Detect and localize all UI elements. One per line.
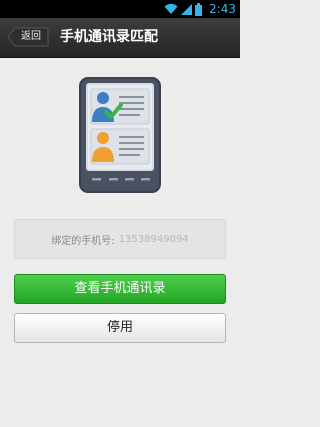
back-button[interactable]: 返回 [7, 27, 49, 47]
contacts-phone-icon [79, 77, 161, 193]
bound-phone-number: 13538949094 [118, 233, 189, 245]
status-time: 2:43 [209, 2, 236, 16]
bound-phone-label: 绑定的手机号: [51, 235, 115, 247]
back-button-label: 返回 [21, 31, 41, 42]
status-icons: 2:43 [164, 0, 236, 18]
page-title: 手机通讯录匹配 [60, 29, 158, 45]
view-contacts-button[interactable]: 查看手机通讯录 [14, 274, 226, 304]
bound-phone-field: 绑定的手机号: 13538949094 [14, 219, 226, 259]
signal-icon [181, 4, 193, 15]
battery-icon [195, 2, 203, 16]
title-bar: 返回 手机通讯录匹配 [0, 18, 240, 58]
status-bar: 2:43 [0, 0, 240, 18]
disable-button[interactable]: 停用 [14, 313, 226, 343]
wifi-icon [164, 3, 178, 15]
